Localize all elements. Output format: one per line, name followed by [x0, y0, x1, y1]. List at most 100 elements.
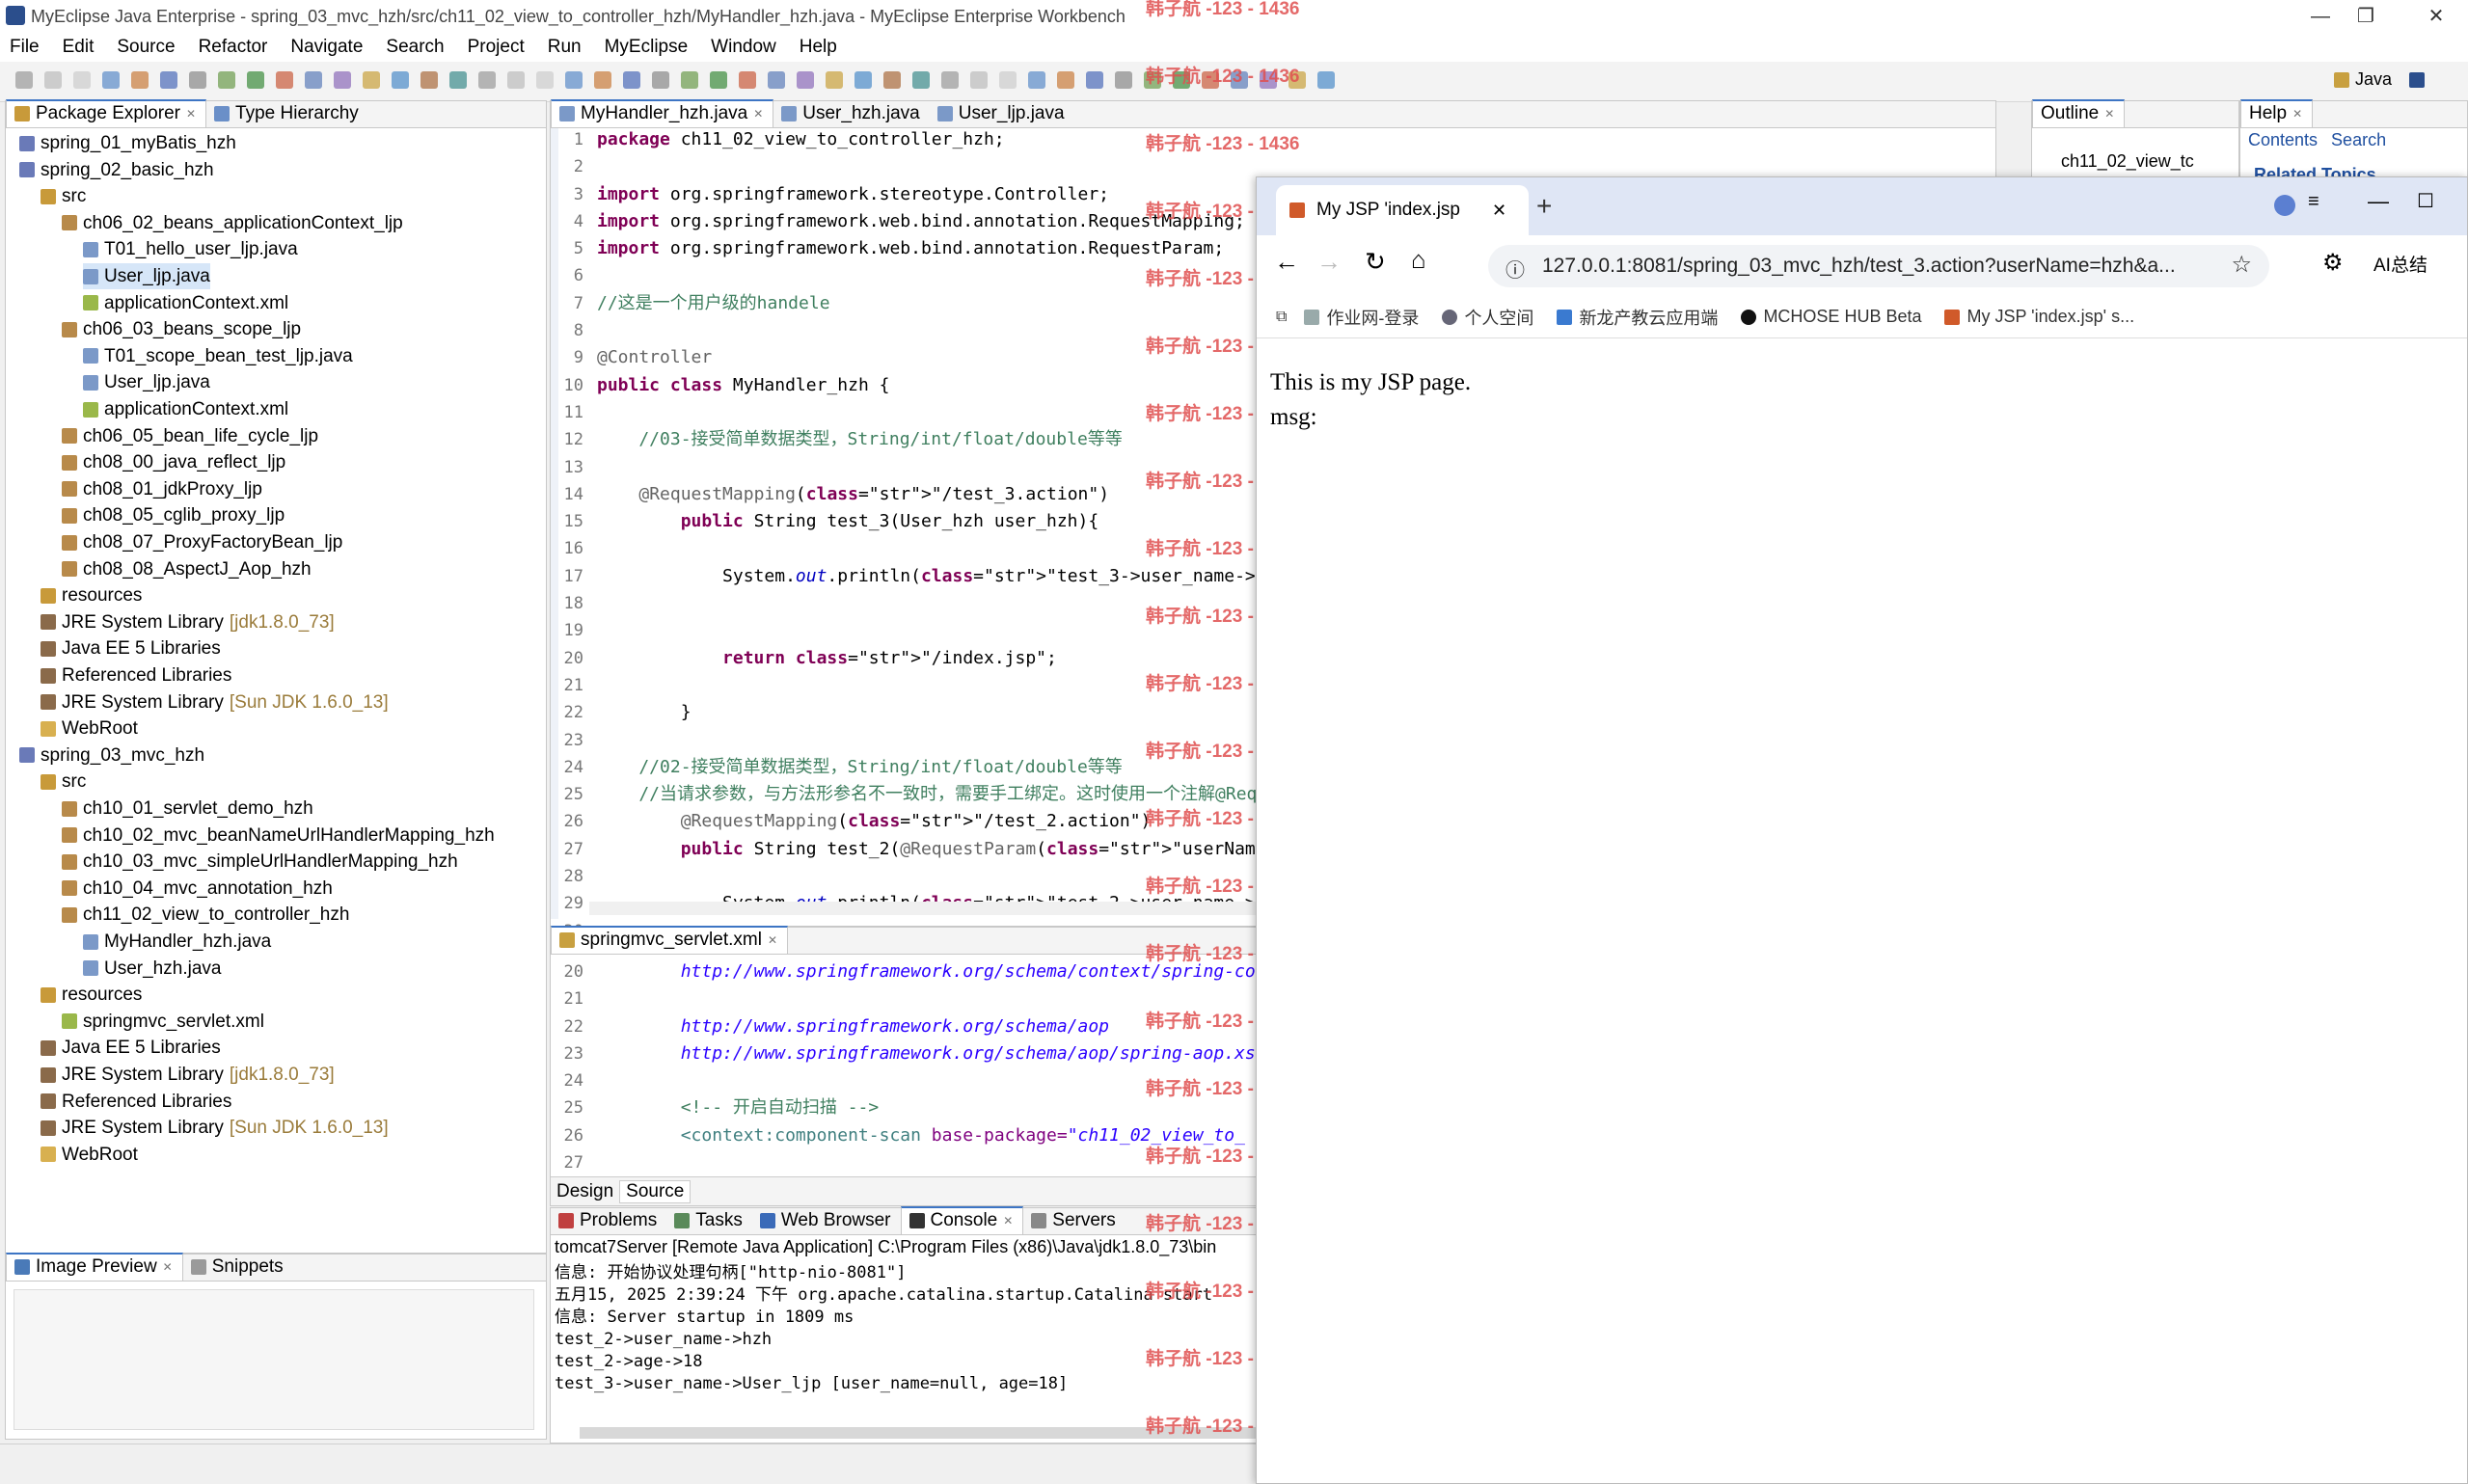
- tree-node[interactable]: spring_02_basic_hzh: [19, 157, 214, 183]
- tree-node[interactable]: Referenced Libraries: [41, 1089, 231, 1115]
- myeclipse-perspective-icon[interactable]: [2409, 71, 2426, 88]
- tab-switch-icon[interactable]: ⧉: [1276, 309, 1287, 326]
- tab-type-hierarchy[interactable]: Type Hierarchy: [206, 101, 368, 127]
- toolbar-icon[interactable]: [999, 71, 1017, 89]
- bookmark-item[interactable]: 作业网-登录: [1304, 305, 1419, 330]
- toolbar-icon[interactable]: [854, 71, 872, 89]
- extensions-icon[interactable]: ⚙: [2322, 249, 2344, 277]
- toolbar-icon[interactable]: [363, 71, 380, 89]
- tab-user-ljp-java[interactable]: User_ljp.java: [930, 101, 1074, 127]
- tab-package-explorer[interactable]: Package Explorer ✕: [6, 99, 207, 127]
- toolbar-icon[interactable]: [276, 71, 293, 89]
- tree-node[interactable]: JRE System Library [jdk1.8.0_73]: [41, 1062, 335, 1088]
- toolbar-icon[interactable]: [681, 71, 698, 89]
- tab-problems[interactable]: Problems: [551, 1208, 666, 1234]
- tree-node[interactable]: JRE System Library [jdk1.8.0_73]: [41, 609, 335, 635]
- reload-icon[interactable]: ↻: [1365, 247, 1386, 277]
- tab-tasks[interactable]: Tasks: [666, 1208, 752, 1234]
- tree-node[interactable]: spring_01_myBatis_hzh: [19, 130, 236, 156]
- toolbar-icon[interactable]: [160, 71, 177, 89]
- tree-node[interactable]: JRE System Library [Sun JDK 1.6.0_13]: [41, 1115, 389, 1141]
- menu-help[interactable]: Help: [800, 37, 837, 58]
- toolbar-icon[interactable]: [44, 71, 62, 89]
- toolbar-icon[interactable]: [536, 71, 554, 89]
- tab-snippets[interactable]: Snippets: [183, 1255, 293, 1281]
- menu-source[interactable]: Source: [117, 37, 175, 58]
- tree-node[interactable]: resources: [41, 982, 142, 1008]
- tree-node[interactable]: T01_scope_bean_test_ljp.java: [83, 343, 353, 369]
- toolbar-icon[interactable]: [102, 71, 120, 89]
- tree-node[interactable]: ch08_01_jdkProxy_ljp: [62, 476, 262, 502]
- close-button[interactable]: ✕: [2404, 0, 2468, 33]
- tree-node[interactable]: src: [41, 183, 86, 209]
- tab-web-browser[interactable]: Web Browser: [752, 1208, 901, 1234]
- menu-edit[interactable]: Edit: [63, 37, 95, 58]
- profile-avatar[interactable]: [2274, 195, 2295, 216]
- toolbar-icon[interactable]: [305, 71, 322, 89]
- toolbar-icon[interactable]: [623, 71, 640, 89]
- toolbar-icon[interactable]: [15, 71, 33, 89]
- toolbar-icon[interactable]: [797, 71, 814, 89]
- menu-file[interactable]: File: [10, 37, 40, 58]
- tree-node[interactable]: WebRoot: [41, 1142, 138, 1168]
- menu-list-icon[interactable]: ≡: [2308, 191, 2319, 213]
- tree-node[interactable]: Referenced Libraries: [41, 662, 231, 688]
- toolbar-icon[interactable]: [739, 71, 756, 89]
- tab-myhandler-java[interactable]: MyHandler_hzh.java ✕: [551, 99, 774, 127]
- toolbar-icon[interactable]: [478, 71, 496, 89]
- tab-user-hzh-java[interactable]: User_hzh.java: [773, 101, 929, 127]
- toolbar-icon[interactable]: [941, 71, 959, 89]
- perspective-java[interactable]: Java: [2355, 69, 2392, 90]
- toolbar-icon[interactable]: [507, 71, 525, 89]
- toolbar-icon[interactable]: [826, 71, 843, 89]
- tree-node[interactable]: src: [41, 769, 86, 795]
- close-icon[interactable]: ✕: [163, 1260, 173, 1274]
- toolbar-icon[interactable]: [1028, 71, 1045, 89]
- tree-node[interactable]: applicationContext.xml: [83, 396, 288, 422]
- menu-myeclipse[interactable]: MyEclipse: [605, 37, 689, 58]
- close-icon[interactable]: ✕: [1003, 1214, 1013, 1228]
- close-icon[interactable]: ✕: [186, 107, 196, 121]
- toolbar-icon[interactable]: [652, 71, 669, 89]
- tree-node[interactable]: ch10_04_mvc_annotation_hzh: [62, 876, 333, 902]
- toolbar-icon[interactable]: [420, 71, 438, 89]
- toolbar-icon[interactable]: [912, 71, 930, 89]
- minimize-browser-icon[interactable]: —: [2368, 189, 2389, 214]
- menu-run[interactable]: Run: [548, 37, 582, 58]
- toolbar-icon[interactable]: [189, 71, 206, 89]
- toolbar-icon[interactable]: [883, 71, 901, 89]
- maximize-browser-icon[interactable]: ☐: [2417, 189, 2434, 213]
- new-tab-icon[interactable]: +: [1536, 191, 1552, 222]
- toolbar-icon[interactable]: [334, 71, 351, 89]
- site-info-icon[interactable]: ⓘ: [1505, 255, 1525, 283]
- tree-node[interactable]: resources: [41, 582, 142, 608]
- tab-outline[interactable]: Outline ✕: [2032, 99, 2126, 127]
- tree-node[interactable]: ch08_05_cglib_proxy_ljp: [62, 502, 285, 528]
- toolbar-icon[interactable]: [710, 71, 727, 89]
- bookmark-item[interactable]: 个人空间: [1442, 305, 1533, 330]
- toolbar-icon[interactable]: [768, 71, 785, 89]
- outline-item[interactable]: ch11_02_view_tc: [2061, 151, 2194, 172]
- toolbar-icon[interactable]: [73, 71, 91, 89]
- tree-node[interactable]: ch08_00_java_reflect_ljp: [62, 449, 285, 475]
- tree-node[interactable]: Java EE 5 Libraries: [41, 1035, 221, 1061]
- toolbar-icon[interactable]: [1086, 71, 1103, 89]
- tree-node[interactable]: ch10_02_mvc_beanNameUrlHandlerMapping_hz…: [62, 823, 495, 849]
- tree-node[interactable]: Java EE 5 Libraries: [41, 635, 221, 661]
- tree-node[interactable]: T01_hello_user_ljp.java: [83, 236, 298, 262]
- menu-search[interactable]: Search: [386, 37, 444, 58]
- close-icon[interactable]: ✕: [753, 107, 763, 121]
- toolbar-icon[interactable]: [247, 71, 264, 89]
- tree-node[interactable]: ch06_03_beans_scope_ljp: [62, 316, 301, 342]
- close-icon[interactable]: ✕: [768, 933, 777, 947]
- close-tab-icon[interactable]: ✕: [1492, 201, 1506, 221]
- tree-node[interactable]: ch06_05_bean_life_cycle_ljp: [62, 423, 318, 449]
- tab-source[interactable]: Source: [619, 1179, 692, 1203]
- url-field[interactable]: ⓘ 127.0.0.1:8081/spring_03_mvc_hzh/test_…: [1488, 245, 2269, 287]
- bookmark-item[interactable]: 新龙产教云应用端: [1557, 305, 1718, 330]
- tree-node[interactable]: MyHandler_hzh.java: [83, 929, 271, 955]
- menu-project[interactable]: Project: [468, 37, 525, 58]
- toolbar-icon[interactable]: [1115, 71, 1132, 89]
- toolbar-icon[interactable]: [1057, 71, 1074, 89]
- tree-node[interactable]: ch06_02_beans_applicationContext_ljp: [62, 210, 403, 236]
